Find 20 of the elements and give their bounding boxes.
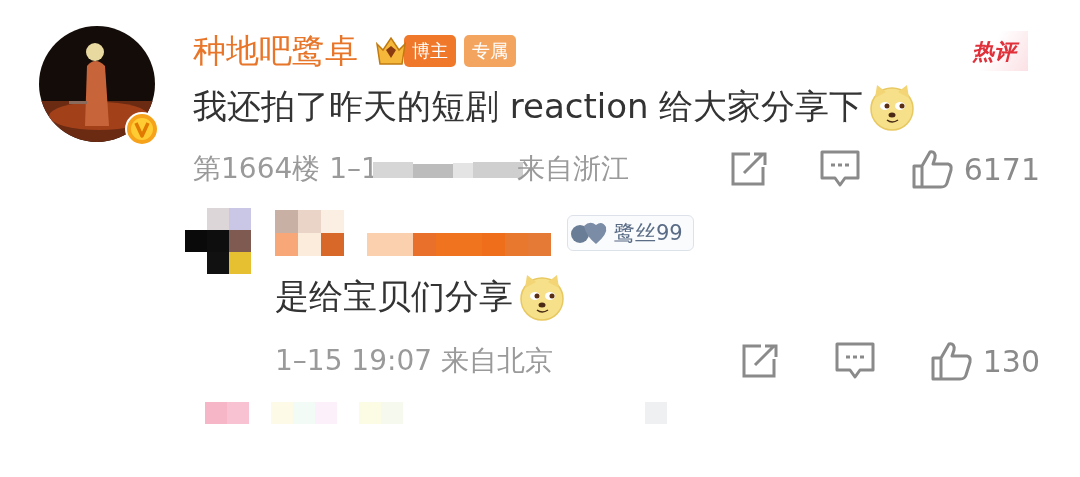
share-icon[interactable] — [729, 151, 768, 187]
thumbs-up-icon — [930, 341, 973, 381]
fan-badge: 鹭丝99 — [567, 215, 694, 251]
exclusive-badge: 专属 — [464, 35, 516, 67]
comment-icon[interactable] — [819, 150, 860, 188]
share-icon[interactable] — [740, 343, 779, 379]
crown-icon — [374, 34, 408, 68]
comment-text: 我还拍了昨天的短剧 reaction 给大家分享下 — [193, 85, 864, 128]
like-button[interactable]: 130 — [930, 341, 1040, 381]
floor-time: 第1664楼 1–1 — [193, 151, 379, 187]
dog-face-icon — [517, 272, 567, 322]
user-name[interactable]: 种地吧鹭卓 — [193, 28, 358, 74]
reply-text: 是给宝贝们分享 — [275, 275, 513, 318]
blogger-badge: 博主 — [404, 35, 456, 67]
hearts-icon — [570, 220, 608, 246]
thumbs-up-icon — [911, 149, 954, 189]
comment-icon[interactable] — [834, 342, 875, 380]
like-button[interactable]: 6171 — [911, 149, 1040, 189]
location: 来自浙江 — [516, 151, 629, 187]
reply-meta: 1–15 19:07 来自北京 — [275, 343, 553, 379]
